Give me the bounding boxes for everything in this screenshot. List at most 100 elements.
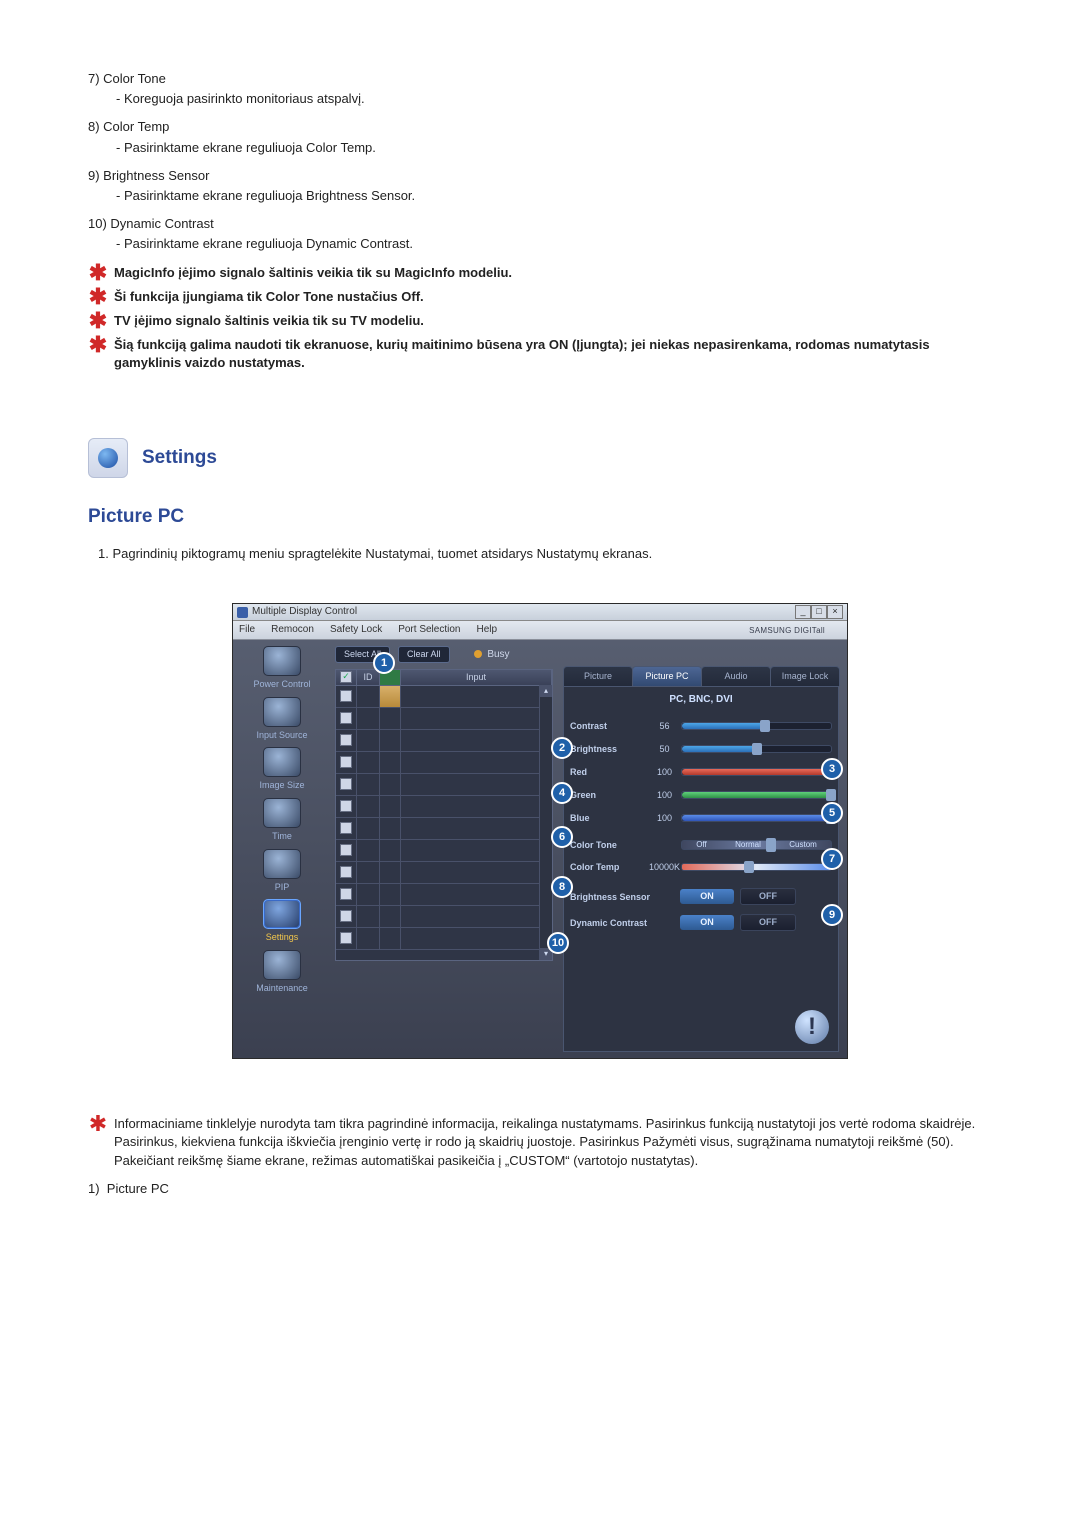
slider-red[interactable] <box>681 768 832 776</box>
star-icon: ✱ <box>88 314 108 328</box>
minimize-icon[interactable]: _ <box>795 605 811 619</box>
table-row[interactable] <box>336 708 552 730</box>
slider-color-temp[interactable] <box>681 863 832 871</box>
note-text: Šią funkciją galima naudoti tik ekranuos… <box>114 336 992 372</box>
tab-image-lock[interactable]: Image Lock <box>770 666 840 686</box>
table-row[interactable] <box>336 796 552 818</box>
sidebar-item-settings[interactable]: Settings <box>263 899 301 944</box>
bottom-item-num: 1) <box>88 1181 100 1196</box>
scroll-up-icon[interactable]: ▴ <box>540 685 552 697</box>
star-icon: ✱ <box>88 1117 108 1131</box>
sidebar-icon <box>263 646 301 676</box>
slider-blue[interactable] <box>681 814 832 822</box>
window-title: Multiple Display Control <box>252 605 795 619</box>
menu-port-selection[interactable]: Port Selection <box>398 623 460 637</box>
busy-label: Busy <box>487 649 509 660</box>
row-checkbox[interactable] <box>340 822 352 834</box>
sidebar-item-power-control[interactable]: Power Control <box>253 646 310 691</box>
intro-step-text: Pagrindinių piktogramų meniu spragtelėki… <box>112 546 652 561</box>
table-row[interactable] <box>336 730 552 752</box>
label-red: Red <box>570 766 648 779</box>
dynamic-contrast-off[interactable]: OFF <box>740 914 796 931</box>
brand-logo: SAMSUNG DIGITall <box>749 625 825 636</box>
center-panel: Select All Clear All Busy ID Input ▴ ▾ <box>331 640 559 1058</box>
display-grid: ID Input ▴ ▾ <box>335 669 553 961</box>
sidebar-icon <box>263 950 301 980</box>
star-icon: ✱ <box>88 266 108 280</box>
menu-safety-lock[interactable]: Safety Lock <box>330 623 382 637</box>
sidebar-icon <box>263 899 301 929</box>
table-row[interactable] <box>336 774 552 796</box>
header-checkbox[interactable] <box>340 671 352 683</box>
table-row[interactable] <box>336 928 552 950</box>
row-checkbox[interactable] <box>340 800 352 812</box>
col-input: Input <box>401 670 552 685</box>
label-color-temp: Color Temp <box>570 861 648 874</box>
color-tone-selector[interactable]: Off Normal Custom <box>681 840 832 850</box>
note-text: Ši funkcija įjungiama tik Color Tone nus… <box>114 288 992 306</box>
sidebar-item-time[interactable]: Time <box>263 798 301 843</box>
busy-indicator-icon <box>474 650 482 658</box>
val-green: 100 <box>648 789 681 802</box>
row-checkbox[interactable] <box>340 932 352 944</box>
slider-green[interactable] <box>681 791 832 799</box>
row-checkbox[interactable] <box>340 734 352 746</box>
close-icon[interactable]: × <box>827 605 843 619</box>
sidebar-label: Image Size <box>259 779 304 792</box>
label-color-tone: Color Tone <box>570 839 648 852</box>
table-row[interactable] <box>336 752 552 774</box>
row-checkbox[interactable] <box>340 844 352 856</box>
table-row[interactable] <box>336 884 552 906</box>
val-red: 100 <box>648 766 681 779</box>
row-checkbox[interactable] <box>340 910 352 922</box>
tab-audio[interactable]: Audio <box>701 666 771 686</box>
sidebar-item-input-source[interactable]: Input Source <box>256 697 307 742</box>
sidebar-item-image-size[interactable]: Image Size <box>259 747 304 792</box>
row-checkbox[interactable] <box>340 712 352 724</box>
row-checkbox[interactable] <box>340 778 352 790</box>
menu-remocon[interactable]: Remocon <box>271 623 314 637</box>
menu-file[interactable]: File <box>239 623 255 637</box>
window-titlebar: Multiple Display Control _ □ × <box>233 604 847 621</box>
info-icon[interactable]: ! <box>795 1010 829 1044</box>
row-checkbox[interactable] <box>340 690 352 702</box>
menu-help[interactable]: Help <box>476 623 497 637</box>
sidebar-icon <box>263 747 301 777</box>
val-brightness: 50 <box>648 743 681 756</box>
slider-brightness[interactable] <box>681 745 832 753</box>
sidebar-item-maintenance[interactable]: Maintenance <box>256 950 308 995</box>
row-checkbox[interactable] <box>340 756 352 768</box>
table-row[interactable] <box>336 906 552 928</box>
brightness-sensor-on[interactable]: ON <box>680 889 734 904</box>
maximize-icon[interactable]: □ <box>811 605 827 619</box>
bottom-item-title: Picture PC <box>107 1181 169 1196</box>
right-panel: 1 Picture Picture PC Audio Image Lock PC… <box>559 640 847 1058</box>
sidebar-label: Time <box>263 830 301 843</box>
clear-all-button[interactable]: Clear All <box>398 646 450 663</box>
tab-picture[interactable]: Picture <box>563 666 633 686</box>
intro-step-num: 1. <box>98 546 109 561</box>
table-row[interactable] <box>336 862 552 884</box>
row-checkbox[interactable] <box>340 866 352 878</box>
brightness-sensor-off[interactable]: OFF <box>740 888 796 905</box>
menu-bar: File Remocon Safety Lock Port Selection … <box>233 621 847 640</box>
table-row[interactable] <box>336 818 552 840</box>
table-row[interactable] <box>336 840 552 862</box>
sidebar-item-pip[interactable]: PIP <box>263 849 301 894</box>
val-blue: 100 <box>648 812 681 825</box>
list-item-head: 9) Brightness Sensor <box>88 167 992 185</box>
panel-subtitle: PC, BNC, DVI <box>570 693 832 707</box>
val-contrast: 56 <box>648 720 681 733</box>
grid-scrollbar[interactable]: ▴ ▾ <box>539 685 552 960</box>
row-checkbox[interactable] <box>340 888 352 900</box>
slider-contrast[interactable] <box>681 722 832 730</box>
label-contrast: Contrast <box>570 720 648 733</box>
label-brightness-sensor: Brightness Sensor <box>570 891 674 904</box>
col-id: ID <box>357 670 380 685</box>
tab-picture-pc[interactable]: Picture PC <box>632 666 702 686</box>
list-item-head: 10) Dynamic Contrast <box>88 215 992 233</box>
table-row[interactable] <box>336 686 552 708</box>
star-icon: ✱ <box>88 338 108 352</box>
label-blue: Blue <box>570 812 648 825</box>
dynamic-contrast-on[interactable]: ON <box>680 915 734 930</box>
